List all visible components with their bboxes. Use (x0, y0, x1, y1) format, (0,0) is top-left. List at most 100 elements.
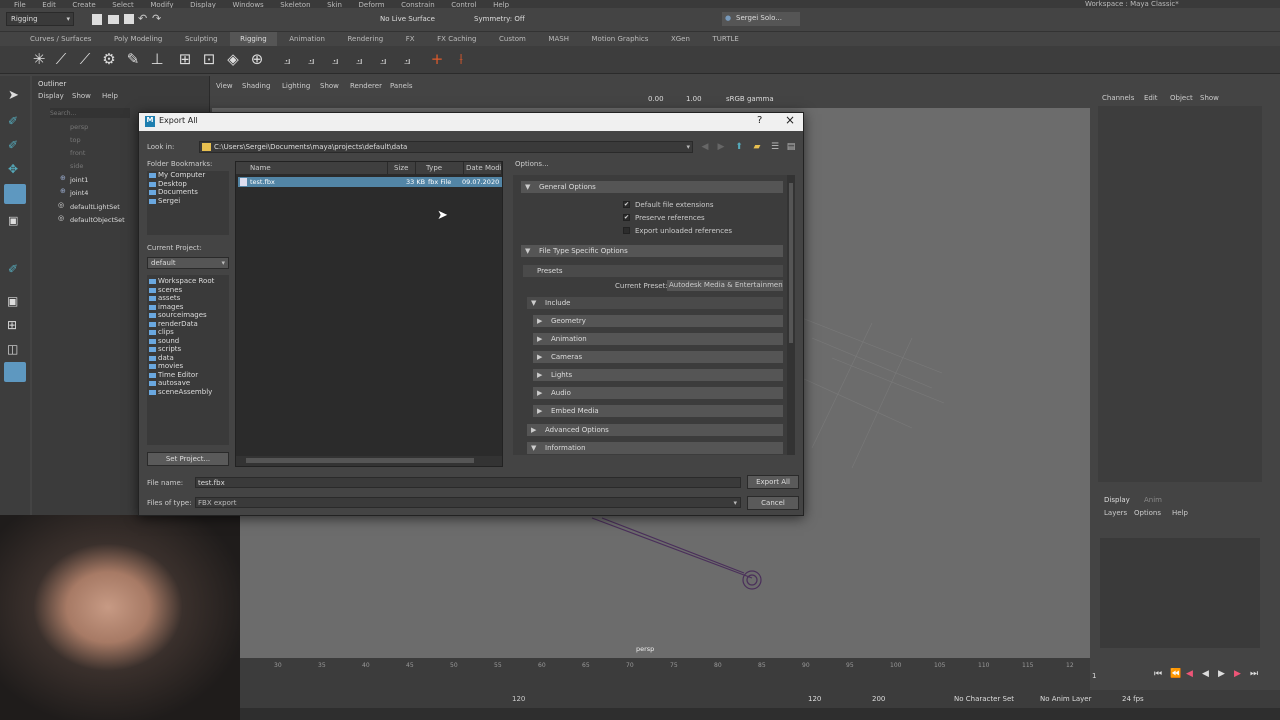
workspace-label[interactable]: Workspace : Maya Classic* (1085, 0, 1179, 8)
mode-select[interactable]: Rigging ▾ (6, 12, 74, 26)
project-folder[interactable]: scripts (147, 345, 229, 354)
general-options-header[interactable]: ▼ General Options (521, 181, 783, 193)
look-in-select[interactable]: C:\Users\Sergei\Documents\maya\projects\… (199, 141, 693, 153)
project-folder[interactable]: sound (147, 337, 229, 346)
list-view-icon[interactable]: ☰ (769, 141, 781, 153)
project-folder[interactable]: images (147, 303, 229, 312)
project-folder[interactable]: movies (147, 362, 229, 371)
column-date[interactable]: Date Modifi (464, 162, 502, 174)
layer-menu-layers[interactable]: Layers (1104, 509, 1127, 517)
shelf-tab-custom[interactable]: Custom (489, 32, 536, 46)
column-size[interactable]: Size (388, 162, 416, 174)
ik-spline-icon[interactable]: ⟋ (76, 50, 94, 68)
undo-icon[interactable]: ↶ (138, 12, 147, 25)
layer-tab-anim[interactable]: Anim (1144, 496, 1162, 504)
shelf-tab-poly[interactable]: Poly Modeling (104, 32, 172, 46)
anim-layer-select[interactable]: No Anim Layer (1040, 695, 1091, 703)
outliner-item-defaultlightset[interactable]: defaultLightSet (70, 203, 120, 211)
lattice-icon[interactable]: ⊡ (200, 50, 218, 68)
dialog-titlebar[interactable]: M Export All ? × (139, 113, 803, 131)
user-account[interactable]: ● Sergei Solo... (722, 12, 800, 26)
locator-icon[interactable]: + (428, 50, 446, 68)
colorspace-select[interactable]: sRGB gamma (726, 95, 774, 103)
bookmark-documents[interactable]: Documents (147, 188, 229, 197)
orient-constraint-icon[interactable]: ⟓ (326, 50, 344, 68)
close-icon[interactable]: × (785, 113, 795, 127)
project-folder[interactable]: sceneAssembly (147, 388, 229, 397)
move-tool-icon[interactable]: ✥ (8, 162, 18, 176)
current-preset-select[interactable]: Autodesk Media & Entertainmen (667, 280, 783, 291)
range-start-field[interactable]: 120 (512, 695, 525, 703)
paint-weights-icon[interactable]: ✎ (124, 50, 142, 68)
aim-constraint-icon[interactable]: ⟓ (302, 50, 320, 68)
channelbox-menu-show[interactable]: Show (1200, 94, 1219, 102)
include-geometry[interactable]: ▶ Geometry (533, 315, 783, 327)
column-name[interactable]: Name (236, 162, 388, 174)
project-folder[interactable]: sourceimages (147, 311, 229, 320)
channelbox-menu-edit[interactable]: Edit (1144, 94, 1158, 102)
bookmark-desktop[interactable]: Desktop (147, 180, 229, 189)
outliner-menu-show[interactable]: Show (72, 92, 91, 100)
select-tool-icon[interactable]: ➤ (8, 88, 19, 103)
options-scrollbar[interactable] (787, 175, 795, 455)
outliner-item-defaultobjectset[interactable]: defaultObjectSet (70, 216, 125, 224)
include-header[interactable]: ▼ Include (527, 297, 783, 309)
parent-constraint-icon[interactable]: ⟓ (374, 50, 392, 68)
include-embed-media[interactable]: ▶ Embed Media (533, 405, 783, 417)
project-folder[interactable]: Time Editor (147, 371, 229, 380)
gamma-value[interactable]: 1.00 (686, 95, 702, 103)
file-list[interactable]: Name Size Type Date Modifi test.fbx 33 K… (235, 161, 503, 467)
viewport-menu-lighting[interactable]: Lighting (282, 82, 310, 90)
step-back-icon[interactable]: ⏪ (1170, 669, 1181, 679)
two-view-icon[interactable]: ◫ (7, 342, 18, 356)
shelf-tab-mash[interactable]: MASH (538, 32, 579, 46)
rotate-tool-icon[interactable] (4, 184, 26, 204)
set-project-button[interactable]: Set Project... (147, 452, 229, 466)
character-set-select[interactable]: No Character Set (954, 695, 1014, 703)
export-unloaded-checkbox[interactable] (623, 227, 630, 234)
locator-joint-icon[interactable]: ⟊ (452, 50, 470, 68)
fps-select[interactable]: 24 fps (1122, 695, 1144, 703)
file-name-field[interactable] (195, 477, 741, 488)
file-name-input[interactable] (196, 478, 740, 488)
layer-menu-help[interactable]: Help (1172, 509, 1188, 517)
live-surface-label[interactable]: No Live Surface (380, 15, 435, 23)
up-folder-icon[interactable]: ⬆ (733, 141, 745, 153)
project-folder[interactable]: scenes (147, 286, 229, 295)
outliner-item-top[interactable]: top (70, 136, 81, 144)
scrollbar-thumb[interactable] (789, 183, 793, 343)
outliner-item-side[interactable]: side (70, 162, 83, 170)
next-key-icon[interactable]: ▶ (1234, 669, 1241, 679)
back-icon[interactable]: ◀ (699, 141, 711, 153)
outliner-search-input[interactable] (50, 108, 130, 118)
play-back-icon[interactable]: ◀ (1202, 669, 1209, 679)
cluster-icon[interactable]: ⊞ (176, 50, 194, 68)
shelf-tab-sculpting[interactable]: Sculpting (175, 32, 228, 46)
current-project-select[interactable]: default ▾ (147, 257, 229, 269)
viewport-menu-view[interactable]: View (216, 82, 233, 90)
outliner-item-joint1[interactable]: joint1 (70, 176, 88, 184)
four-view-icon[interactable]: ⊞ (7, 318, 17, 332)
outliner-item-front[interactable]: front (70, 149, 85, 157)
include-animation[interactable]: ▶ Animation (533, 333, 783, 345)
cancel-button[interactable]: Cancel (747, 496, 799, 510)
file-type-options-header[interactable]: ▼ File Type Specific Options (521, 245, 783, 257)
project-folder[interactable]: assets (147, 294, 229, 303)
file-row[interactable]: test.fbx 33 KB fbx File 09.07.2020 (238, 177, 502, 187)
ik-handle-icon[interactable]: ⟋ (52, 50, 70, 68)
exposure-value[interactable]: 0.00 (648, 95, 664, 103)
project-folder[interactable]: renderData (147, 320, 229, 329)
bookmark-my-computer[interactable]: My Computer (147, 171, 229, 180)
point-constraint-icon[interactable]: ⟓ (278, 50, 296, 68)
shelf-tab-animation[interactable]: Animation (279, 32, 335, 46)
pole-vector-icon[interactable]: ⟓ (398, 50, 416, 68)
shelf-tab-xgen[interactable]: XGen (661, 32, 700, 46)
outliner-item-joint4[interactable]: joint4 (70, 189, 88, 197)
include-audio[interactable]: ▶ Audio (533, 387, 783, 399)
project-folder[interactable]: clips (147, 328, 229, 337)
advanced-options-header[interactable]: ▶ Advanced Options (527, 424, 783, 436)
symmetry-label[interactable]: Symmetry: Off (474, 15, 525, 23)
shelf-tab-turtle[interactable]: TURTLE (702, 32, 748, 46)
paint-select-icon[interactable]: ✐ (8, 138, 18, 152)
layer-menu-options[interactable]: Options (1134, 509, 1161, 517)
